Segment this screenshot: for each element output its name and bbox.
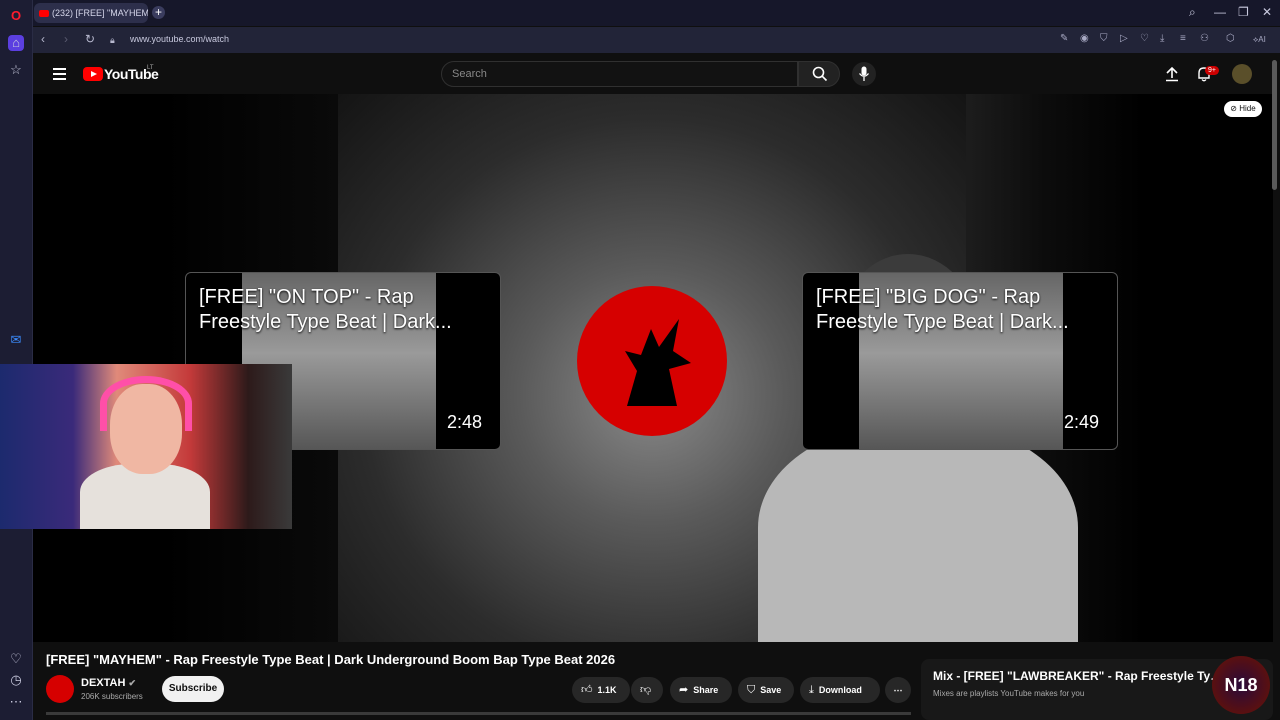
maximize-icon[interactable]: ❐ — [1238, 5, 1249, 19]
streamer-webcam — [0, 364, 292, 529]
end-card-duration: 2:49 — [1063, 412, 1099, 432]
heart-icon[interactable]: ♡ — [8, 651, 24, 667]
verified-icon: ✔ — [128, 678, 137, 688]
share-label: Share — [693, 685, 719, 695]
search-input[interactable] — [442, 62, 782, 86]
scrollbar[interactable] — [1272, 60, 1277, 190]
search-button[interactable] — [798, 61, 840, 87]
wolf-logo-icon — [625, 319, 691, 406]
save-label: Save — [760, 685, 782, 695]
save-button[interactable]: ⛉ Save — [738, 677, 794, 703]
more-horizontal-icon: ⋯ — [893, 685, 903, 695]
camera-icon[interactable]: ◉ — [1080, 33, 1089, 44]
search-tabs-icon[interactable]: ⌕ — [1189, 5, 1196, 20]
end-card-title: [FREE] "BIG DOG" - Rap Freestyle Type Be… — [816, 286, 1069, 333]
lock-icon: 🔒︎ — [110, 35, 115, 45]
mix-subtitle: Mixes are playlists YouTube makes for yo… — [933, 689, 1085, 698]
subscriber-count: 206K subscribers — [81, 692, 143, 701]
voice-search-button[interactable] — [852, 62, 876, 86]
browser-tab[interactable]: (232) [FREE] "MAYHEM" — [34, 3, 148, 23]
download-arrow-icon: ⤓ — [809, 684, 814, 696]
back-icon[interactable]: ‹ — [41, 32, 45, 46]
thumbs-down-icon: 👎︎ — [640, 684, 652, 696]
edit-icon[interactable]: ✎ — [1060, 33, 1068, 44]
star-icon[interactable]: ☆ — [8, 62, 24, 78]
notification-badge: 9+ — [1205, 66, 1219, 75]
menu-lines-icon[interactable]: ≡ — [1180, 33, 1186, 44]
home-icon[interactable]: ⌂ — [8, 35, 24, 51]
subscribe-button[interactable]: Subscribe — [162, 676, 224, 702]
country-code: LT — [147, 65, 154, 71]
overlay-logo-badge: N18 — [1212, 656, 1270, 714]
download-icon[interactable]: ⤓ — [1160, 33, 1164, 44]
tab-title: (232) [FREE] "MAYHEM" — [52, 8, 148, 18]
end-card-video[interactable]: [FREE] "BIG DOG" - Rap Freestyle Type Be… — [802, 272, 1118, 450]
channel-name-text: DEXTAH — [81, 677, 126, 689]
thumbs-up-icon: 👍︎ — [581, 684, 593, 696]
end-card-duration: 2:48 — [446, 412, 482, 432]
shield-icon[interactable]: ⛉ — [1100, 33, 1108, 44]
channel-avatar[interactable] — [46, 675, 74, 703]
end-card-title: [FREE] "ON TOP" - Rap Freestyle Type Bea… — [199, 286, 452, 333]
video-figure-body — [758, 424, 1078, 642]
history-icon[interactable]: ◷ — [8, 672, 24, 688]
channel-name[interactable]: DEXTAH ✔ — [81, 677, 136, 689]
forward-icon[interactable]: › — [64, 32, 68, 46]
play-icon[interactable]: ▷ — [1120, 33, 1128, 44]
bookmark-icon: ⛉ — [747, 684, 756, 696]
opera-logo-icon[interactable]: O — [8, 8, 24, 24]
webcam-headset — [100, 376, 192, 431]
avatar[interactable] — [1232, 64, 1252, 84]
more-icon[interactable]: ⋯ — [8, 694, 24, 710]
profile-icon[interactable]: ⚇ — [1200, 33, 1209, 44]
reload-icon[interactable]: ↻ — [85, 32, 95, 46]
browser-tab-bar — [0, 0, 1280, 26]
eye-off-icon: ⊘ — [1230, 104, 1240, 113]
new-tab-button[interactable]: + — [152, 6, 165, 19]
more-actions-button[interactable]: ⋯ — [885, 677, 911, 703]
url-text[interactable]: www.youtube.com/watch — [130, 34, 229, 44]
microphone-icon — [858, 66, 870, 81]
hide-label: Hide — [1239, 104, 1256, 113]
channel-end-card[interactable] — [577, 286, 727, 436]
video-title: [FREE] "MAYHEM" - Rap Freestyle Type Bea… — [46, 652, 616, 667]
heart-outline-icon[interactable]: ♡ — [1140, 33, 1149, 44]
hide-endscreen-button[interactable]: ⊘ Hide — [1224, 101, 1262, 117]
like-button[interactable]: 👍︎ 1.1K — [572, 677, 630, 703]
download-button[interactable]: ⤓ Download — [800, 677, 880, 703]
share-icon: ➦ — [679, 684, 689, 696]
minimize-icon[interactable]: — — [1214, 5, 1226, 19]
close-icon[interactable]: ✕ — [1262, 5, 1272, 19]
share-button[interactable]: ➦ Share — [670, 677, 732, 703]
menu-icon[interactable] — [53, 68, 66, 83]
search-box[interactable] — [441, 61, 798, 87]
download-label: Download — [818, 685, 862, 695]
dislike-button[interactable]: 👎︎ — [631, 677, 663, 703]
mix-title[interactable]: Mix - [FREE] "LAWBREAKER" - Rap Freestyl… — [933, 669, 1223, 683]
youtube-favicon-icon — [39, 10, 49, 18]
divider — [46, 712, 911, 715]
youtube-logo-icon[interactable] — [83, 67, 103, 81]
browser-sidebar: O ⌂ ☆ ✉ ♡ ◷ ⋯ — [0, 0, 33, 720]
like-count: 1.1K — [597, 685, 617, 695]
ai-button[interactable]: ⟡AI — [1253, 35, 1266, 45]
extension-icon[interactable]: ⬡ — [1226, 33, 1235, 44]
messenger-icon[interactable]: ✉ — [8, 332, 24, 348]
search-icon — [812, 66, 828, 82]
upload-icon[interactable] — [1164, 66, 1180, 87]
